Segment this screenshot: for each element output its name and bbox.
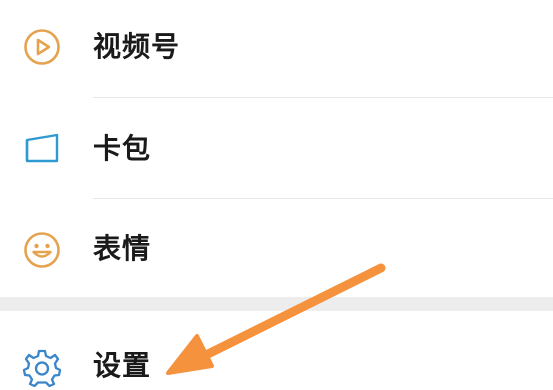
menu-item-label: 视频号 <box>93 30 181 63</box>
menu-item-settings[interactable]: 设置 <box>0 311 553 390</box>
me-page-menu: 视频号 卡包 表情 设置 <box>0 0 553 390</box>
play-circle-icon <box>22 27 62 67</box>
gear-icon <box>22 347 62 387</box>
smiley-face-icon <box>22 230 62 270</box>
menu-item-stickers[interactable]: 表情 <box>0 199 553 297</box>
card-wallet-icon <box>22 130 62 170</box>
menu-item-label: 卡包 <box>93 132 152 165</box>
menu-item-channels[interactable]: 视频号 <box>0 0 553 97</box>
section-separator <box>0 297 553 311</box>
menu-item-label: 设置 <box>93 349 152 382</box>
menu-item-card-wallet[interactable]: 卡包 <box>0 98 553 198</box>
menu-item-label: 表情 <box>93 232 152 265</box>
